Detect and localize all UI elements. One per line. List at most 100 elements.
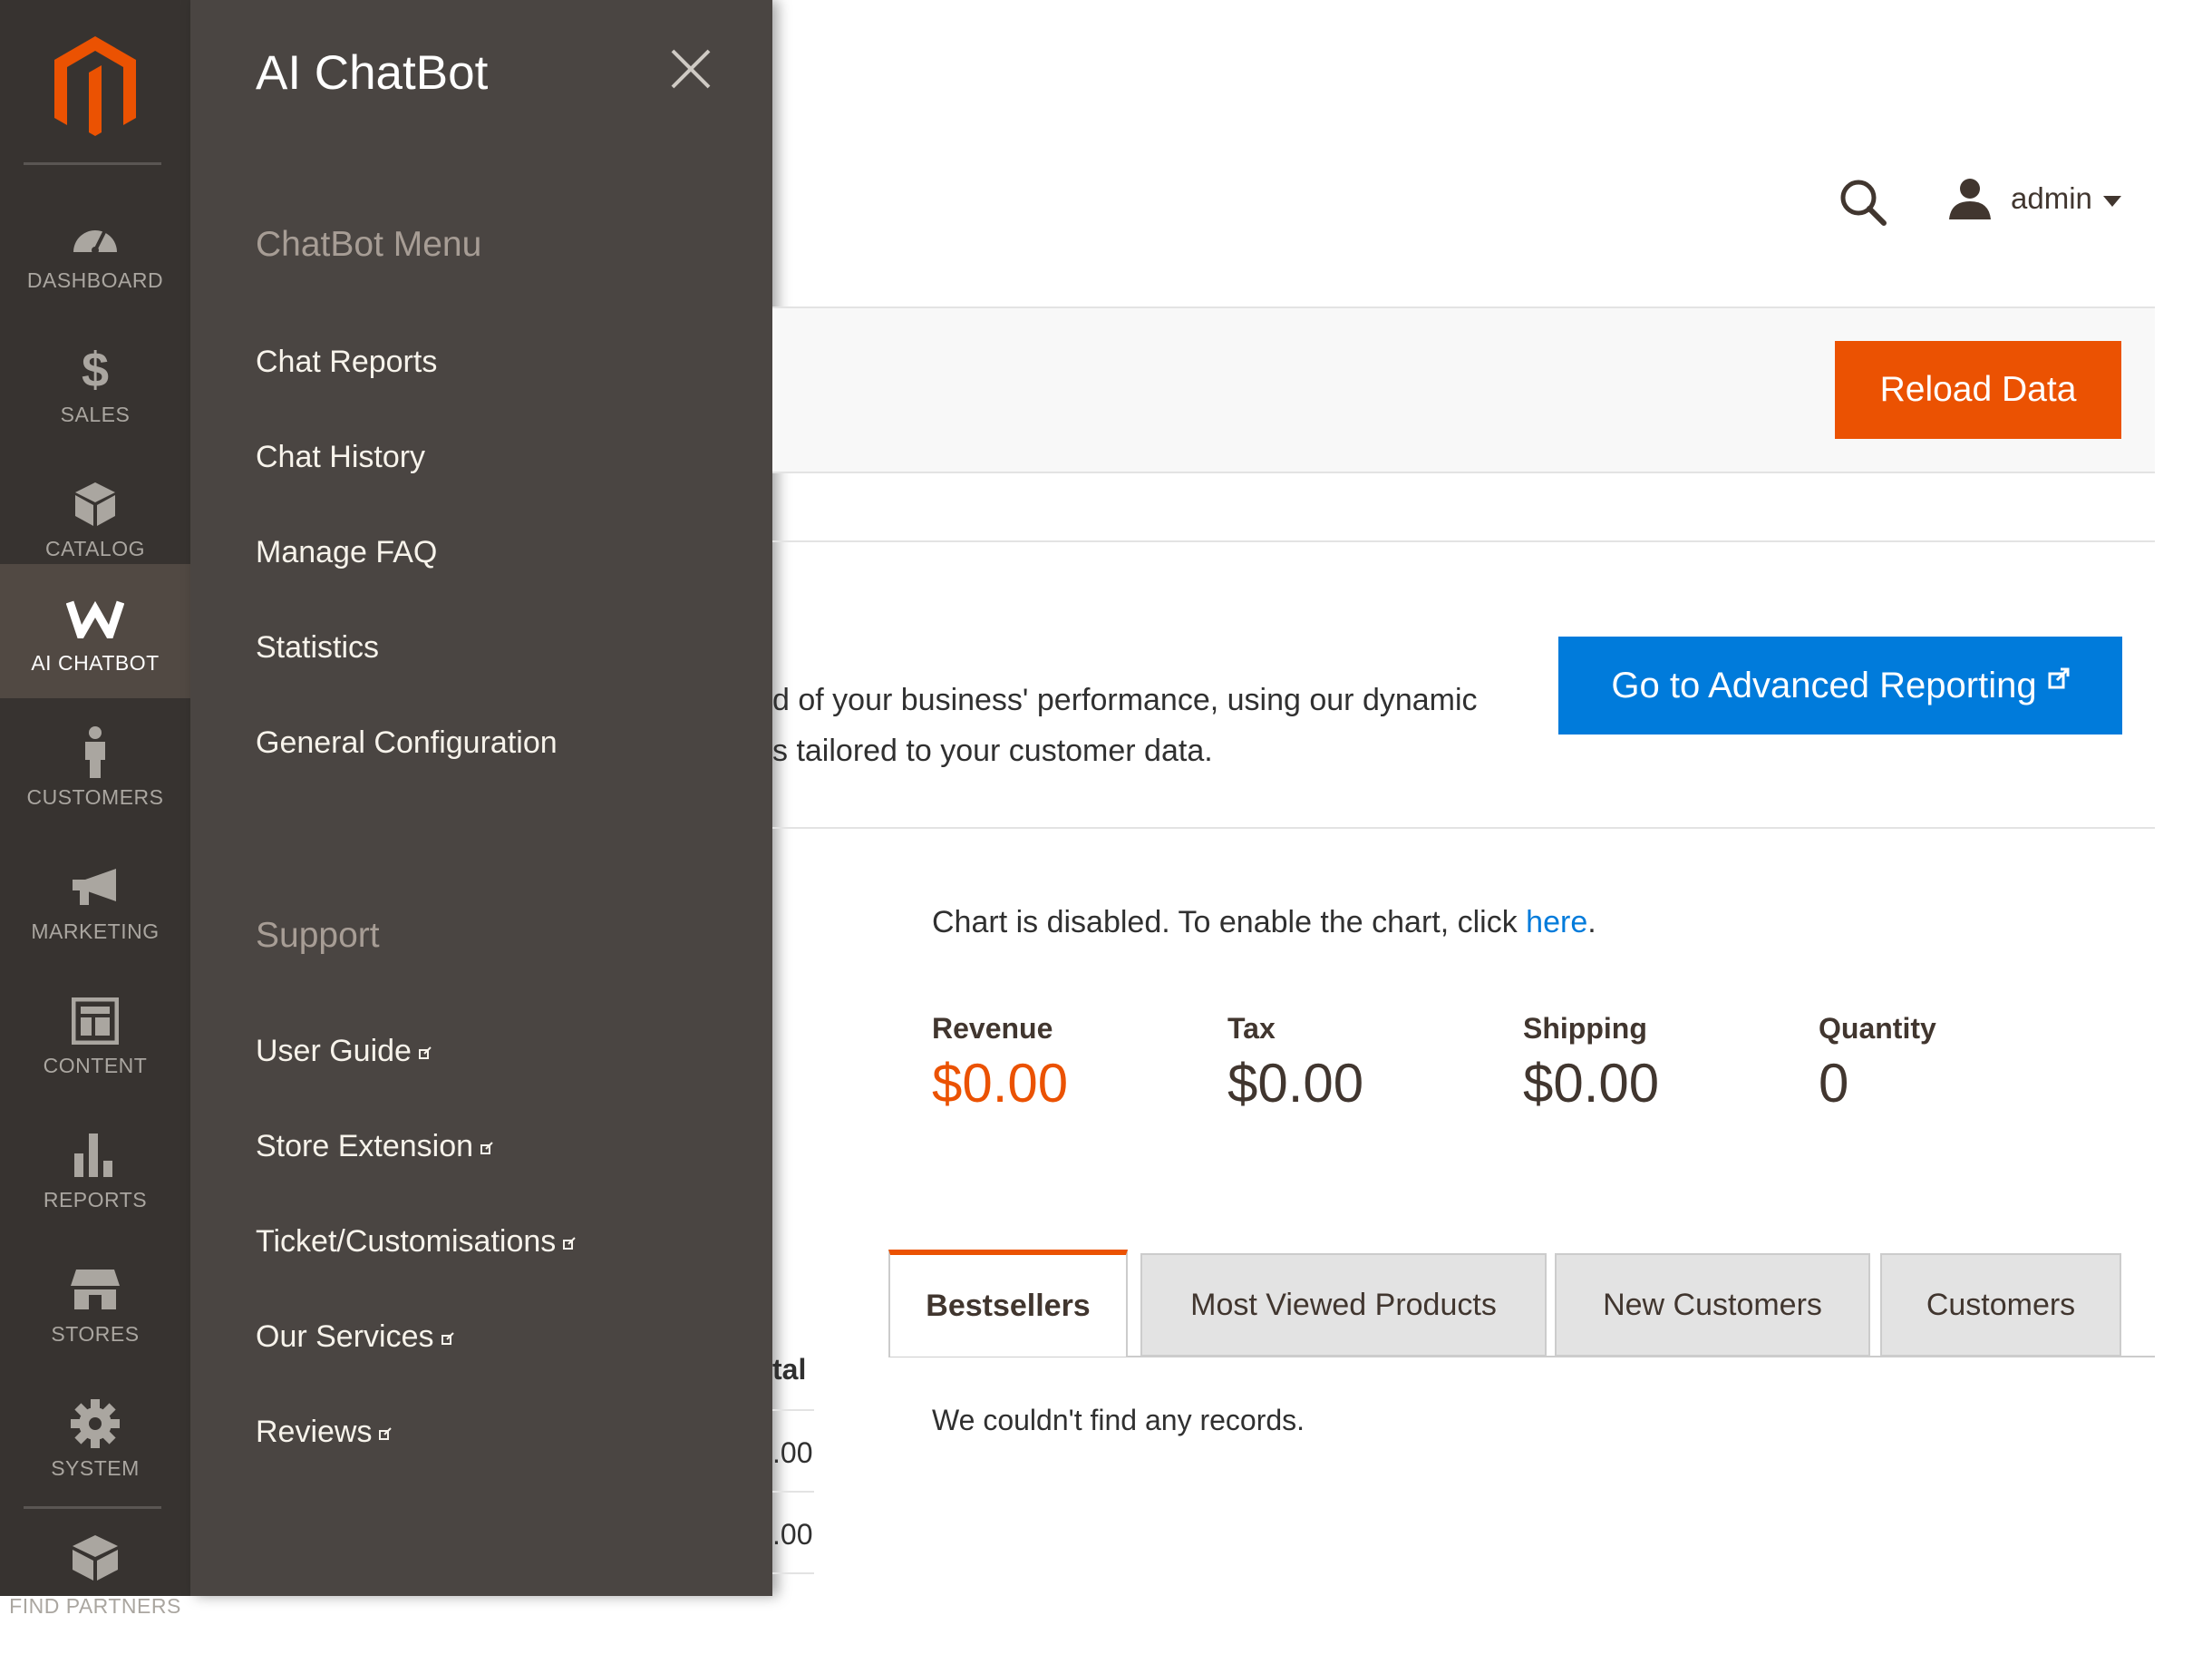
external-link-icon [441,1318,454,1353]
nav-item-customers[interactable]: CUSTOMERS [0,698,190,832]
menu-item-ticket-customisations[interactable]: Ticket/Customisations [256,1222,577,1260]
menu-item-label: Reviews [256,1415,373,1449]
grid-column-header: tal [772,1353,807,1386]
enable-chart-link[interactable]: here [1526,905,1587,939]
message-text: . [1587,905,1596,939]
nav-label: STORES [51,1322,140,1346]
divider [772,827,2155,829]
menu-item-chat-history[interactable]: Chat History [256,440,425,475]
chevron-down-icon[interactable] [2103,196,2121,207]
close-panel-button[interactable] [667,45,714,92]
layout-icon [72,997,119,1045]
divider [772,540,2155,542]
chatbot-slideout-panel: AI ChatBot ChatBot Menu Chat Reports Cha… [190,0,772,1596]
menu-item-label: User Guide [256,1034,412,1068]
admin-sidebar: DASHBOARD $ SALES CATALOG AI CHATBOT CUS… [0,0,190,1618]
user-avatar-icon[interactable] [1947,178,1993,221]
grid-cell: .00 [772,1518,813,1551]
tab-customers[interactable]: Customers [1880,1253,2121,1357]
nav-label: CATALOG [45,537,145,560]
button-label: Go to Advanced Reporting [1611,665,2037,705]
shipping-label: Shipping [1523,1012,1647,1045]
dashboard-icon [73,230,117,254]
tax-label: Tax [1227,1012,1276,1045]
menu-item-reviews[interactable]: Reviews [256,1413,393,1450]
external-link-icon [379,1413,393,1448]
chatbot-w-icon [66,600,124,638]
nav-item-dashboard[interactable]: DASHBOARD [0,181,190,316]
grid-row-divider [772,1491,814,1493]
tab-bestsellers[interactable]: Bestsellers [888,1250,1128,1357]
nav-divider [24,1506,161,1509]
menu-item-label: Our Services [256,1319,434,1354]
external-link-icon [563,1222,577,1258]
close-icon [671,49,711,89]
nav-divider [24,162,161,165]
nav-label: SALES [60,403,131,426]
message-text: Chart is disabled. To enable the chart, … [932,905,1527,939]
nav-item-marketing[interactable]: MARKETING [0,832,190,967]
quantity-value: 0 [1819,1053,1849,1114]
quantity-label: Quantity [1819,1012,1936,1045]
nav-item-sales[interactable]: $ SALES [0,316,190,450]
external-link-icon [418,1032,432,1067]
dollar-icon: $ [81,343,110,397]
menu-item-statistics[interactable]: Statistics [256,630,379,666]
nav-item-stores[interactable]: STORES [0,1235,190,1369]
chart-disabled-message: Chart is disabled. To enable the chart, … [932,905,1596,940]
gear-icon [71,1399,120,1448]
go-to-advanced-reporting-button[interactable]: Go to Advanced Reporting [1558,637,2122,735]
menu-item-label: Store Extension [256,1129,474,1163]
bar-chart-icon [74,1133,112,1177]
menu-item-store-extension[interactable]: Store Extension [256,1129,493,1164]
admin-user-menu[interactable]: admin [2011,181,2092,216]
menu-item-label: Ticket/Customisations [256,1224,557,1259]
search-icon [1840,180,1887,226]
nav-item-content[interactable]: CONTENT [0,967,190,1101]
tab-new-customers[interactable]: New Customers [1555,1253,1870,1357]
dashboard-main: admin Reload Data d of your business' pe… [772,0,2212,1596]
nav-item-reports[interactable]: REPORTS [0,1101,190,1235]
reload-data-button[interactable]: Reload Data [1835,341,2121,439]
nav-label: FIND PARTNERS [9,1594,181,1618]
search-button[interactable] [1838,178,1887,227]
partners-box-icon [73,1535,118,1581]
magento-logo[interactable] [0,0,190,163]
menu-item-general-configuration[interactable]: General Configuration [256,725,558,761]
menu-item-manage-faq[interactable]: Manage FAQ [256,535,437,570]
nav-item-find-partners[interactable]: FIND PARTNERS [0,1520,190,1654]
nav-label: MARKETING [31,919,160,943]
person-icon [85,726,105,778]
shipping-value: $0.00 [1523,1053,1660,1114]
revenue-value: $0.00 [932,1053,1069,1114]
section-title-chatbot-menu: ChatBot Menu [256,225,482,264]
nav-item-system[interactable]: SYSTEM [0,1369,190,1503]
section-title-support: Support [256,916,380,955]
megaphone-icon [73,869,116,905]
menu-item-user-guide[interactable]: User Guide [256,1034,432,1069]
grid-row-divider [772,1409,814,1411]
nav-label: SYSTEM [51,1456,140,1480]
panel-title: AI ChatBot [256,46,489,100]
grid-cell: .00 [772,1436,813,1469]
external-link-icon [480,1127,493,1163]
description-line: s tailored to your customer data. [772,734,1213,768]
nav-item-ai-chatbot[interactable]: AI CHATBOT [0,564,190,698]
menu-item-our-services[interactable]: Our Services [256,1319,454,1355]
nav-label: CUSTOMERS [26,785,164,809]
no-records-message: We couldn't find any records. [932,1404,1305,1436]
external-link-icon [2048,657,2070,698]
nav-label: AI CHATBOT [31,651,160,675]
description-line: d of your business' performance, using o… [772,683,1478,717]
storefront-icon [71,1270,120,1309]
nav-label: REPORTS [43,1188,148,1211]
revenue-label: Revenue [932,1012,1053,1045]
nav-label: CONTENT [43,1054,148,1077]
tab-most-viewed-products[interactable]: Most Viewed Products [1140,1253,1547,1357]
tax-value: $0.00 [1227,1053,1364,1114]
grid-row-divider [772,1572,814,1574]
advanced-reporting-description: d of your business' performance, using o… [772,675,1588,776]
box-icon [75,482,115,526]
menu-item-chat-reports[interactable]: Chat Reports [256,345,437,380]
nav-label: DASHBOARD [26,268,164,292]
